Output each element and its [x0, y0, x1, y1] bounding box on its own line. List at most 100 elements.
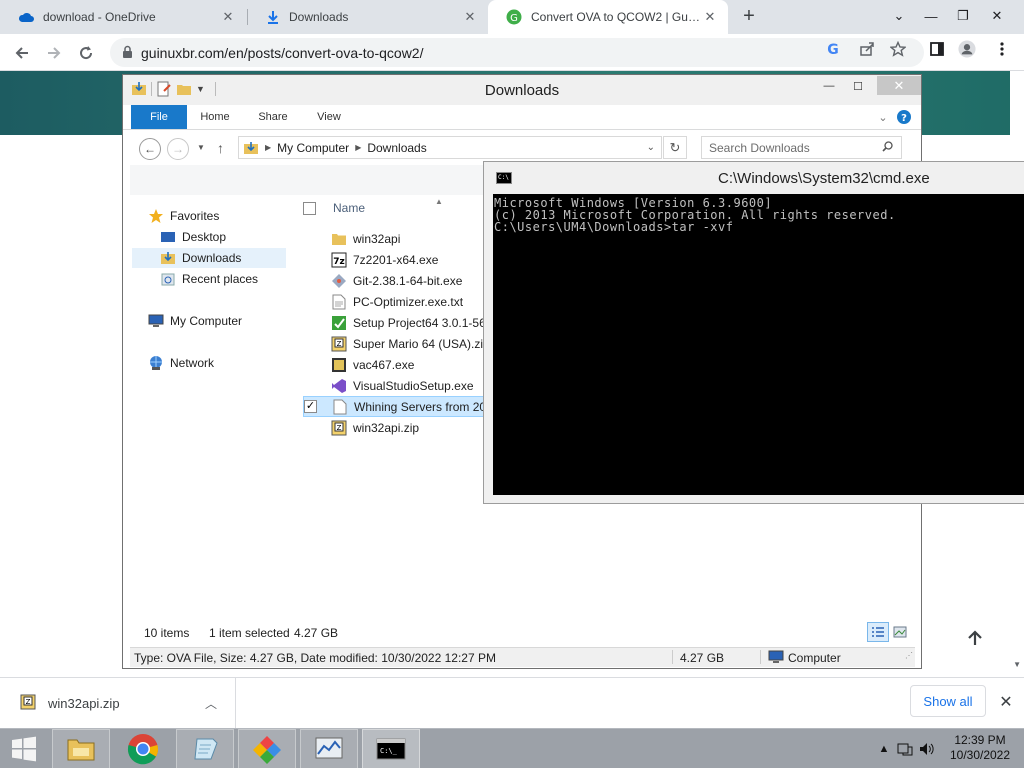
large-icons-view-icon[interactable] — [889, 622, 911, 642]
minimize-icon[interactable]: — — [916, 0, 946, 32]
zip-icon: Z — [331, 336, 347, 352]
google-lens-icon[interactable]: G — [824, 40, 842, 58]
recent-locations-chevron-icon[interactable]: ▼ — [197, 143, 205, 152]
downloads-folder-icon — [160, 250, 176, 266]
taskbar-cmd[interactable]: C:\_ — [362, 729, 420, 768]
speaker-volume-icon[interactable] — [918, 741, 934, 757]
maximize-icon[interactable]: ☐ — [844, 77, 872, 95]
breadcrumb-my-computer[interactable]: My Computer — [277, 141, 349, 155]
close-shelf-icon[interactable]: ✕ — [996, 692, 1016, 712]
restore-icon[interactable]: ❐ — [948, 0, 978, 32]
scroll-down-icon[interactable]: ▼ — [1013, 660, 1021, 669]
tab-convert-ova[interactable]: G Convert OVA to QCOW2 | Guinu ✕ — [488, 0, 728, 34]
chevron-up-icon[interactable]: ︿ — [205, 695, 235, 712]
address-bar[interactable]: guinuxbr.com/en/posts/convert-ova-to-qco… — [110, 38, 924, 67]
breadcrumb-separator-icon[interactable]: ▶ — [265, 143, 271, 152]
taskbar-colorful-app[interactable] — [238, 729, 296, 768]
kebab-menu-icon[interactable] — [993, 40, 1011, 58]
desktop-icon — [160, 229, 176, 245]
details-view-icon[interactable] — [867, 622, 889, 642]
diamond-tiles-icon — [253, 736, 281, 764]
command-prompt-icon: C:\_ — [376, 738, 406, 760]
start-button[interactable] — [0, 729, 48, 768]
explorer-status-bar: 10 items 1 item selected 4.27 GB — [123, 620, 921, 646]
svg-text:Z: Z — [26, 698, 31, 706]
back-to-top-arrow-icon[interactable] — [966, 629, 984, 653]
nav-network[interactable]: Network — [148, 353, 214, 373]
nav-label: Network — [170, 356, 215, 370]
ribbon-tab-view[interactable]: View — [309, 105, 349, 129]
taskbar-chrome[interactable] — [114, 729, 172, 768]
close-tab-icon[interactable]: ✕ — [702, 9, 718, 25]
file-name: Super Mario 64 (USA).zip — [353, 336, 490, 351]
select-all-checkbox[interactable] — [303, 201, 316, 215]
back-arrow-icon[interactable]: ← — [139, 138, 161, 160]
details-size: 4.27 GB — [680, 651, 725, 665]
taskbar-notepad[interactable] — [176, 729, 234, 768]
ribbon-tab-home[interactable]: Home — [193, 105, 237, 129]
breadcrumb-downloads[interactable]: Downloads — [367, 141, 426, 155]
nav-favorites[interactable]: Favorites — [148, 206, 219, 226]
nav-my-computer[interactable]: My Computer — [148, 311, 242, 331]
nav-downloads[interactable]: Downloads — [132, 248, 286, 268]
download-item[interactable]: Z win32api.zip ︿ — [0, 678, 236, 728]
explorer-address-box[interactable]: ▶ My Computer ▶ Downloads ⌄ — [238, 136, 662, 159]
checked-checkbox[interactable]: ✓ — [304, 400, 317, 413]
close-tab-icon[interactable]: ✕ — [220, 9, 236, 25]
nav-recent-places[interactable]: Recent places — [160, 269, 258, 289]
side-panel-icon[interactable] — [928, 40, 946, 58]
column-header-name[interactable]: Name ▲ — [303, 197, 443, 215]
taskbar-resource-monitor[interactable] — [300, 729, 358, 768]
cmd-console[interactable]: Microsoft Windows [Version 6.3.9600] (c)… — [493, 194, 1024, 495]
bookmark-star-icon[interactable] — [889, 40, 907, 58]
help-icon[interactable]: ? — [895, 105, 913, 129]
refresh-icon[interactable]: ↻ — [663, 136, 687, 159]
close-tab-icon[interactable]: ✕ — [462, 9, 478, 25]
7zip-icon: 7z — [331, 252, 347, 268]
profile-avatar-icon[interactable] — [958, 40, 976, 58]
svg-text:?: ? — [901, 113, 907, 124]
file-name: Setup Project64 3.0.1-5664- — [353, 315, 504, 330]
file-name: win32api — [353, 231, 401, 246]
address-dropdown-icon[interactable]: ⌄ — [647, 142, 655, 153]
nav-desktop[interactable]: Desktop — [160, 227, 226, 247]
network-icon — [148, 355, 164, 371]
details-divider — [760, 650, 761, 664]
cmd-titlebar[interactable]: C:\ C:\Windows\System32\cmd.exe — [484, 162, 1024, 194]
back-button[interactable] — [10, 41, 34, 65]
details-location: Computer — [788, 651, 841, 665]
show-all-button[interactable]: Show all — [910, 685, 986, 717]
tab-downloads[interactable]: Downloads ✕ — [248, 0, 488, 34]
onedrive-cloud-icon — [18, 11, 34, 23]
action-center-flag-icon[interactable] — [897, 741, 913, 757]
close-window-icon[interactable]: ✕ — [877, 76, 921, 95]
forward-button[interactable] — [42, 41, 66, 65]
windows-logo-icon — [12, 736, 36, 762]
item-count: 10 items — [144, 626, 190, 640]
tab-onedrive[interactable]: download - OneDrive ✕ — [0, 0, 246, 34]
breadcrumb-separator-icon[interactable]: ▶ — [355, 143, 361, 152]
text-file-icon — [331, 294, 347, 310]
resize-grip-icon[interactable]: ⋰ — [905, 651, 913, 665]
cmd-window: C:\ C:\Windows\System32\cmd.exe Microsof… — [483, 161, 1024, 504]
reload-button[interactable] — [74, 41, 98, 65]
minimize-icon[interactable]: — — [815, 77, 843, 95]
forward-arrow-icon[interactable]: → — [167, 138, 189, 160]
ribbon-tab-file[interactable]: File — [131, 105, 187, 129]
ribbon-expand-chevron-icon[interactable]: ⌄ — [873, 105, 893, 129]
git-icon — [331, 273, 347, 289]
browser-tab-strip: download - OneDrive ✕ Downloads ✕ G Conv… — [0, 0, 1024, 34]
ribbon-tab-share[interactable]: Share — [251, 105, 295, 129]
search-downloads-input[interactable]: Search Downloads — [701, 136, 902, 159]
show-hidden-icons-chevron-icon[interactable]: ▲ — [876, 741, 892, 757]
downloads-folder-icon — [244, 141, 258, 154]
svg-text:C:\_: C:\_ — [380, 747, 398, 755]
system-clock[interactable]: 12:39 PM 10/30/2022 — [940, 733, 1020, 763]
new-tab-button[interactable]: + — [738, 5, 760, 27]
explorer-titlebar[interactable]: ▼ Downloads — ☐ ✕ — [123, 75, 921, 105]
taskbar-file-explorer[interactable] — [52, 729, 110, 768]
close-window-icon[interactable]: ✕ — [982, 0, 1012, 32]
share-icon[interactable] — [858, 40, 876, 58]
tab-search-chevron-icon[interactable]: ⌄ — [884, 0, 914, 32]
up-arrow-icon[interactable]: ↑ — [217, 140, 224, 156]
